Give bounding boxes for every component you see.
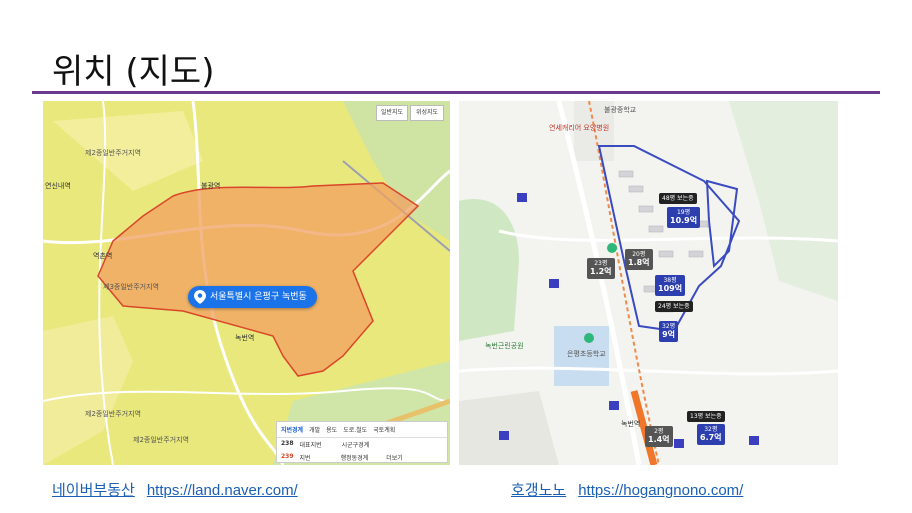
map-legend: 지번경계 개발 용도 도로.철도 국토계획 238 대표지번 시군구경계 239… bbox=[276, 421, 448, 463]
legend-tab[interactable]: 용도 bbox=[326, 425, 337, 434]
legend-label: 지번 bbox=[299, 455, 311, 462]
hogangnono-link[interactable]: 호갱노노 https://hogangnono.com/ bbox=[511, 479, 743, 500]
zone-label: 제2종일반주거지역 bbox=[85, 410, 141, 418]
legend-tab[interactable]: 도로.철도 bbox=[343, 425, 367, 434]
pin-label: 서울특별시 은평구 녹번동 bbox=[210, 292, 307, 302]
naver-land-link[interactable]: 네이버부동산 https://land.naver.com/ bbox=[52, 479, 298, 500]
price-tag[interactable]: 32평 6.7억 bbox=[697, 424, 725, 445]
hogangnono-map-canvas bbox=[459, 101, 838, 465]
general-map-toggle[interactable]: 일반지도 bbox=[376, 105, 408, 121]
price-tag-price: 10.9억 bbox=[670, 216, 698, 226]
price-tag-size: 2평 bbox=[654, 428, 664, 435]
hogangnono-map[interactable]: 연세캐리어 요양병원 불광중학교 녹번근린공원 은평초등학교 녹번역 48평 보… bbox=[459, 101, 838, 465]
apartment-marker[interactable] bbox=[749, 436, 759, 445]
legend-label: 시군구경계 bbox=[341, 442, 370, 449]
legend-row: 238 대표지번 시군구경계 bbox=[277, 438, 447, 451]
link-url: https://land.naver.com/ bbox=[146, 482, 298, 499]
station-label: 녹번역 bbox=[621, 420, 641, 428]
price-tag-price: 109억 bbox=[658, 284, 683, 294]
place-label: 은평초등학교 bbox=[567, 350, 606, 358]
price-tag[interactable]: 32평 9억 bbox=[659, 321, 679, 342]
station-label: 역촌역 bbox=[93, 252, 113, 260]
price-tag-size: 38평 bbox=[663, 277, 677, 284]
zone-label: 제2종일반주거지역 bbox=[85, 149, 141, 157]
page-title: 위치 (지도) bbox=[52, 52, 215, 92]
station-label: 불광역 bbox=[201, 182, 221, 190]
price-tag-price: 1.2억 bbox=[590, 267, 612, 277]
price-tag[interactable]: 19평 10.9억 bbox=[667, 207, 701, 228]
price-tag[interactable]: 2평 1.4억 bbox=[645, 426, 673, 447]
zone-label: 제3종일반주거지역 bbox=[103, 283, 159, 291]
apartment-marker[interactable] bbox=[517, 193, 527, 202]
price-tag-size: 20평 bbox=[632, 251, 646, 258]
legend-label: 행정동경계 bbox=[340, 455, 369, 462]
legend-label: 대표지번 bbox=[299, 442, 322, 449]
satellite-map-toggle[interactable]: 위성지도 bbox=[410, 105, 444, 121]
price-tag-price: 9억 bbox=[662, 330, 676, 340]
legend-row: 239 지번 행정동경계 더보기 bbox=[277, 451, 447, 464]
price-tag[interactable]: 13평 보는중 bbox=[687, 411, 725, 423]
naver-map[interactable]: 일반지도 위성지도 제2종일반주거지역 제3종일반주거지역 제2종일반주거지역 … bbox=[43, 101, 450, 465]
price-tag[interactable]: 24평 보는중 bbox=[655, 301, 693, 313]
price-tag[interactable]: 48평 보는중 bbox=[659, 193, 697, 205]
price-tag-price: 1.8억 bbox=[628, 258, 650, 268]
link-name: 네이버부동산 bbox=[52, 481, 135, 499]
price-tag[interactable]: 38평 109억 bbox=[655, 275, 686, 296]
price-tag-size: 32평 bbox=[704, 426, 718, 433]
location-pin[interactable]: 서울특별시 은평구 녹번동 bbox=[188, 286, 317, 308]
price-tag-size: 23평 bbox=[594, 260, 608, 267]
legend-tab[interactable]: 지번경계 bbox=[281, 425, 303, 434]
price-tag[interactable]: 20평 1.8억 bbox=[625, 249, 653, 270]
title-underline bbox=[32, 91, 880, 94]
legend-number: 239 bbox=[281, 453, 294, 460]
place-label: 녹번근린공원 bbox=[485, 342, 524, 350]
zone-label: 제2종일반주거지역 bbox=[133, 436, 189, 444]
apartment-marker[interactable] bbox=[674, 439, 684, 448]
legend-tab[interactable]: 개발 bbox=[309, 425, 320, 434]
place-label: 연세캐리어 요양병원 bbox=[549, 124, 610, 132]
apartment-marker[interactable] bbox=[609, 401, 619, 410]
legend-number: 238 bbox=[281, 440, 294, 447]
price-tag[interactable]: 23평 1.2억 bbox=[587, 258, 615, 279]
price-tag-size: 32평 bbox=[662, 323, 676, 330]
apartment-marker[interactable] bbox=[499, 431, 509, 440]
station-label: 연신내역 bbox=[45, 182, 71, 190]
link-name: 호갱노노 bbox=[511, 481, 567, 499]
price-tag-price: 1.4억 bbox=[648, 435, 670, 445]
apartment-marker[interactable] bbox=[549, 279, 559, 288]
school-marker-icon bbox=[584, 333, 594, 343]
place-label: 불광중학교 bbox=[604, 106, 637, 114]
link-url: https://hogangnono.com/ bbox=[578, 482, 744, 499]
place-marker-icon bbox=[607, 243, 617, 253]
map-pin-icon bbox=[194, 290, 206, 304]
legend-tabs: 지번경계 개발 용도 도로.철도 국토계획 bbox=[277, 422, 447, 438]
price-tag-size: 19평 bbox=[676, 209, 691, 216]
station-label: 녹번역 bbox=[235, 334, 255, 342]
legend-tab[interactable]: 국토계획 bbox=[373, 425, 395, 434]
price-tag-price: 6.7억 bbox=[700, 433, 722, 443]
legend-more-link[interactable]: 더보기 bbox=[386, 453, 403, 462]
